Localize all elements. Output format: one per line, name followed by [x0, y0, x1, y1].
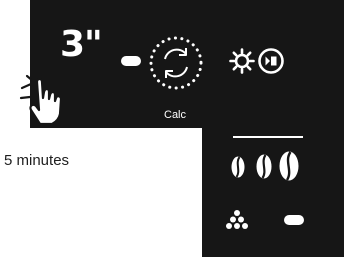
minus-pill-icon [284, 215, 304, 225]
minus-pill-icon [121, 56, 141, 66]
play-stop-icon [258, 48, 284, 74]
control-panel-display: 3" Calc 5 minutes [0, 0, 344, 257]
cycle-icon [149, 36, 203, 90]
description-text: 5 minutes [4, 152, 70, 169]
hand-pointer-icon [19, 74, 63, 126]
coffee-bean-icon [256, 154, 272, 179]
grounds-icon [226, 210, 248, 229]
timer-display: 3" [60, 24, 103, 65]
coffee-bean-icon [279, 151, 299, 181]
sun-icon [229, 48, 255, 74]
bean-panel [202, 128, 344, 257]
divider [233, 136, 303, 138]
coffee-bean-icon [231, 156, 245, 178]
calc-label: Calc [164, 109, 187, 121]
